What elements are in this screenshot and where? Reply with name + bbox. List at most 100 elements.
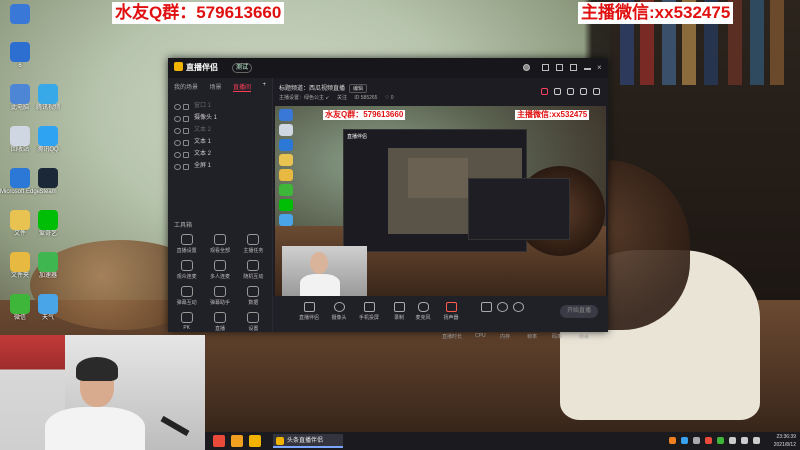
stream-meta-item: ID 585265 <box>354 95 378 101</box>
tool-item[interactable]: 弹幕助手 <box>203 286 236 306</box>
live-preview[interactable]: 水友Q群：579613660 主播微信:xx532475 直播伴侣 <box>275 106 606 296</box>
tray-icon[interactable] <box>669 437 676 444</box>
source-item[interactable]: 文本 2 <box>172 124 268 136</box>
control-label: 摄像头 <box>331 315 347 321</box>
icon-14[interactable]: 天气 <box>28 294 68 322</box>
gear-icon[interactable] <box>511 302 525 314</box>
app-name: 直播伴侣 <box>186 63 218 72</box>
ime-icon[interactable] <box>753 437 760 444</box>
tool-item[interactable]: PK <box>170 312 203 332</box>
tool-label: 弹幕助手 <box>209 300 230 306</box>
source-item[interactable]: 摄像头 1 <box>172 112 268 124</box>
tool-item[interactable]: 设置 <box>237 312 270 332</box>
settings-icon[interactable] <box>542 64 549 71</box>
tool-item[interactable]: 弹幕互动 <box>170 286 203 306</box>
icon-12[interactable]: 加速器 <box>28 252 68 280</box>
tray-icon[interactable] <box>717 437 724 444</box>
layout-icon[interactable] <box>541 88 548 95</box>
tool-item[interactable]: 观众连麦 <box>170 260 203 280</box>
tool-item[interactable]: 主播任务 <box>237 234 270 254</box>
close-button[interactable]: × <box>597 64 604 72</box>
start-live-button[interactable]: 开始直播 <box>560 305 598 318</box>
phone-cast-button[interactable]: 手机投屏 <box>355 302 383 321</box>
tool-icon <box>247 286 260 297</box>
tool-icon <box>247 260 260 271</box>
tab-scenes[interactable]: 场景 <box>209 82 221 92</box>
stream-title-text: 标题频道：西瓜视频直播 <box>279 86 346 92</box>
status-item: 帧丢 <box>579 334 590 340</box>
tray-icon[interactable] <box>705 437 712 444</box>
tool-item[interactable]: 直播设置 <box>170 234 203 254</box>
control-bar: 直播伴侣 摄像头 手机投屏 录制 麦克风 扬声器 开始直播 <box>273 296 608 332</box>
tool-label: 直播设置 <box>176 248 197 254</box>
volume-icon[interactable] <box>741 437 748 444</box>
microphone-button[interactable]: 麦克风 <box>409 302 437 321</box>
live-assistant-window[interactable]: 直播伴侣 测试 × 我的场景 场景 直播间 + 窗口 1 摄像头 1 文本 2 … <box>168 58 608 332</box>
tool-item[interactable]: 数据 <box>237 286 270 306</box>
icon-8[interactable]: Steam <box>28 168 68 196</box>
icon-6[interactable]: 腾讯QQ <box>28 126 68 154</box>
tool-item[interactable]: 多人连麦 <box>203 260 236 280</box>
source-item[interactable]: 文本 1 <box>172 136 268 148</box>
icon-2[interactable]: 6 <box>0 42 40 70</box>
menu-icon[interactable] <box>570 64 577 71</box>
nested-preview <box>388 148 570 240</box>
system-tray <box>669 437 760 444</box>
fullscreen-icon[interactable] <box>554 88 561 95</box>
add-scene-button[interactable]: + <box>262 82 266 92</box>
taskbar-app-icon[interactable] <box>213 435 225 447</box>
network-icon[interactable] <box>729 437 736 444</box>
icon-10[interactable]: 爱奇艺 <box>28 210 68 238</box>
taskbar-app-icon[interactable] <box>249 435 261 447</box>
clock-date: 2021/8/12 <box>773 442 796 448</box>
nested-app-window: 直播伴侣 <box>343 129 570 252</box>
tool-item[interactable]: 随机互动 <box>237 260 270 280</box>
bell-icon[interactable] <box>580 88 587 95</box>
avatar[interactable] <box>523 64 530 71</box>
tool-icon <box>180 312 193 323</box>
app-titlebar[interactable]: 直播伴侣 测试 × <box>168 58 608 78</box>
tool-label: 主播任务 <box>243 248 264 254</box>
tray-icon[interactable] <box>681 437 688 444</box>
source-item[interactable]: 全屏 1 <box>172 160 268 172</box>
stream-meta-item[interactable]: 主播设置：绿色公主 ↙ <box>279 94 330 101</box>
taskbar-clock[interactable]: 23:36:39 2021/8/12 <box>774 433 796 449</box>
video-glyph-icon <box>480 302 492 312</box>
minimize-button[interactable] <box>584 68 591 70</box>
live-assistant-button[interactable]: 直播伴侣 <box>295 302 323 321</box>
app-left-panel: 我的场景 场景 直播间 + 窗口 1 摄像头 1 文本 2 文本 1 文本 2 … <box>168 78 273 332</box>
chat-icon[interactable] <box>567 88 574 95</box>
nested-preview-window <box>468 178 570 240</box>
source-item[interactable]: 窗口 1 <box>172 100 268 112</box>
video-icon[interactable] <box>479 302 493 314</box>
preview-icon <box>279 169 293 181</box>
preview-wechat-overlay: 主播微信:xx532475 <box>515 110 590 120</box>
qq-group-overlay: 水友Q群：579613660 <box>112 2 285 24</box>
speaker-button[interactable]: 扬声器 <box>437 302 465 321</box>
share-icon[interactable] <box>593 88 600 95</box>
icon-1[interactable] <box>0 4 40 24</box>
tool-label: 数据 <box>248 300 259 306</box>
edit-title-button[interactable]: 编辑 <box>349 84 368 93</box>
webcam-hair <box>76 357 118 381</box>
source-item[interactable]: 文本 2 <box>172 148 268 160</box>
tool-item[interactable]: 观看全部 <box>203 234 236 254</box>
tab-my-scenes[interactable]: 我的场景 <box>174 82 198 92</box>
taskbar-app-icon[interactable] <box>231 435 243 447</box>
camera-button[interactable]: 摄像头 <box>325 302 353 321</box>
app-version-badge: 测试 <box>232 63 253 73</box>
tray-icon[interactable] <box>693 437 700 444</box>
app-status-bar: 直播时长 CPU 内存 帧率 码率 帧丢 <box>207 332 608 342</box>
icon-4[interactable]: 腾讯视频 <box>28 84 68 112</box>
taskbar-task-live-assistant[interactable]: 头条直播伴侣 <box>273 434 343 448</box>
tab-live-room[interactable]: 直播间 <box>232 82 251 92</box>
eye-icon[interactable] <box>495 302 509 314</box>
stream-meta-item: ♡ 0 <box>384 95 394 101</box>
app-logo: 直播伴侣 <box>174 62 218 73</box>
desktop-app-icon <box>10 84 30 104</box>
preview-icon <box>279 109 293 121</box>
status-item: 直播时长 <box>442 334 463 340</box>
preview-qq-overlay: 水友Q群：579613660 <box>323 110 406 120</box>
tool-item[interactable]: 直播 <box>203 312 236 332</box>
skin-icon[interactable] <box>556 64 563 71</box>
